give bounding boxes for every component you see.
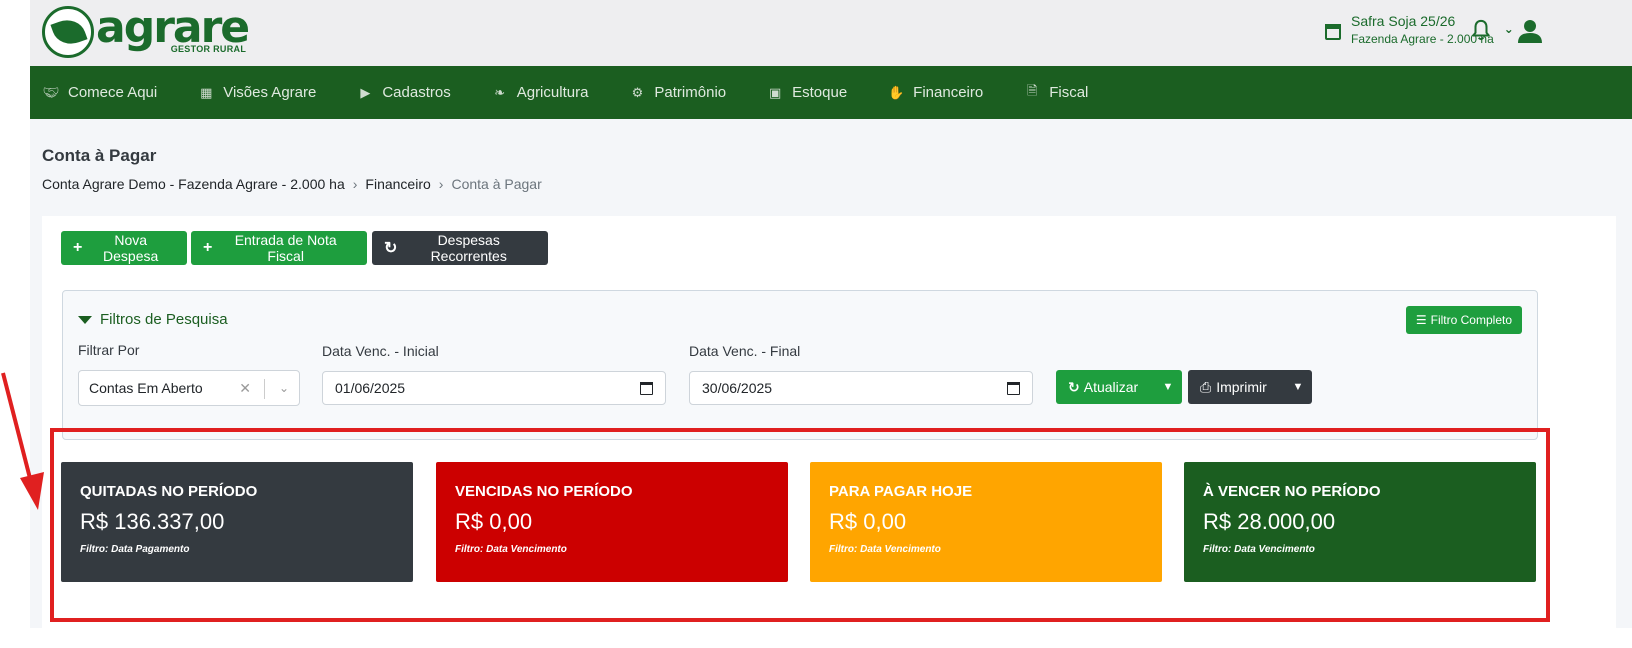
nav-item-estoque[interactable]: ▣ Estoque — [766, 84, 847, 101]
main-nav: 🤝︎ Comece Aqui ▦ Visões Agrare ▶ Cadastr… — [30, 66, 1632, 119]
filtrar-por-select[interactable]: Contas Em Aberto ✕ ⌄ — [78, 370, 300, 406]
breadcrumb-account[interactable]: Conta Agrare Demo - Fazenda Agrare - 2.0… — [42, 176, 345, 192]
button-label: Atualizar — [1083, 379, 1139, 395]
filters-title-text: Filtros de Pesquisa — [100, 311, 228, 328]
data-inicial-label: Data Venc. - Inicial — [322, 343, 439, 359]
page-title: Conta à Pagar — [42, 146, 157, 165]
atualizar-dropdown-toggle[interactable]: ▼ — [1154, 370, 1182, 404]
filtrar-por-label: Filtrar Por — [78, 342, 140, 358]
nav-item-patrimonio[interactable]: ⚙ Patrimônio — [628, 84, 727, 101]
sliders-icon: ☰ — [1415, 313, 1427, 327]
chevron-right-icon: › — [438, 176, 444, 192]
atualizar-button[interactable]: ↻ Atualizar — [1056, 370, 1154, 404]
grid-icon: ▦ — [200, 84, 213, 100]
breadcrumb-financeiro[interactable]: Financeiro — [365, 176, 430, 192]
nav-label: Financeiro — [913, 84, 984, 101]
date-value: 30/06/2025 — [702, 380, 773, 396]
leaf-logo-icon — [42, 6, 94, 58]
nav-label: Fiscal — [1049, 84, 1089, 101]
annotation-arrow-icon — [1, 372, 44, 510]
bell-icon[interactable] — [1470, 18, 1492, 42]
nav-item-financeiro[interactable]: ✋ Financeiro — [887, 84, 983, 101]
calendar-icon[interactable] — [1007, 382, 1020, 395]
nova-despesa-button[interactable]: + Nova Despesa — [61, 231, 187, 265]
user-avatar-icon[interactable] — [1517, 18, 1543, 44]
nav-label: Patrimônio — [654, 84, 727, 101]
calendar-check-icon — [1325, 24, 1341, 40]
top-header: agrare GESTOR RURAL Safra Soja 25/26 Faz… — [30, 0, 1632, 66]
select-value: Contas Em Aberto — [89, 380, 203, 396]
nav-label: Cadastros — [382, 84, 451, 101]
plus-icon: + — [203, 239, 213, 256]
tractor-icon: ⚙ — [631, 84, 644, 100]
imprimir-dropdown-toggle[interactable]: ▼ — [1284, 370, 1312, 404]
nav-item-fiscal[interactable]: 🗎︎ Fiscal — [1023, 82, 1088, 104]
filter-icon — [78, 315, 92, 324]
nav-item-agricultura[interactable]: ❧ Agricultura — [491, 84, 589, 101]
invoice-icon: 🗎︎ — [1026, 82, 1038, 98]
search-filters-panel: Filtros de Pesquisa ☰ Filtro Completo Fi… — [62, 290, 1538, 440]
atualizar-split-button: ↻ Atualizar ▼ — [1056, 370, 1182, 404]
data-final-input[interactable]: 30/06/2025 — [689, 371, 1033, 405]
button-label: Imprimir — [1216, 379, 1267, 395]
nav-item-cadastros[interactable]: ▶ Cadastros — [356, 84, 450, 101]
despesas-recorrentes-button[interactable]: ↻ Despesas Recorrentes — [372, 231, 548, 265]
print-icon: ⎙ — [1200, 378, 1212, 395]
handshake-icon: 🤝︎ — [42, 84, 60, 100]
data-final-label: Data Venc. - Final — [689, 343, 801, 359]
plus-icon: + — [73, 239, 83, 256]
button-label: Entrada de Nota Fiscal — [234, 232, 337, 264]
sync-icon: ↻ — [1068, 378, 1080, 395]
imprimir-split-button: ⎙ Imprimir ▼ — [1188, 370, 1312, 404]
nav-label: Visões Agrare — [223, 84, 317, 101]
leaf-icon: ❧ — [494, 84, 506, 100]
filtro-completo-button[interactable]: ☰ Filtro Completo — [1405, 306, 1522, 334]
breadcrumb: Conta Agrare Demo - Fazenda Agrare - 2.0… — [42, 176, 542, 192]
annotation-highlight-box — [50, 428, 1550, 622]
button-label: Filtro Completo — [1430, 313, 1512, 327]
button-label: Nova Despesa — [103, 232, 159, 264]
nav-label: Agricultura — [516, 84, 589, 101]
chevron-down-icon: ⌄ — [1503, 22, 1514, 36]
chevron-right-icon: › — [352, 176, 358, 192]
tags-icon: ▶ — [360, 84, 371, 100]
select-divider — [264, 379, 265, 399]
entrada-nota-fiscal-button[interactable]: + Entrada de Nota Fiscal — [191, 231, 367, 265]
nav-item-visoes-agrare[interactable]: ▦ Visões Agrare — [197, 84, 316, 101]
date-value: 01/06/2025 — [335, 380, 406, 396]
hand-money-icon: ✋ — [888, 84, 905, 100]
nav-label: Comece Aqui — [68, 84, 158, 101]
redo-icon: ↻ — [384, 240, 398, 257]
imprimir-button[interactable]: ⎙ Imprimir — [1188, 370, 1284, 404]
boxes-icon: ▣ — [768, 84, 782, 100]
breadcrumb-current: Conta à Pagar — [451, 176, 542, 192]
clear-icon[interactable]: ✕ — [239, 380, 251, 397]
calendar-icon[interactable] — [640, 382, 653, 395]
button-label: Despesas Recorrentes — [430, 232, 507, 264]
data-inicial-input[interactable]: 01/06/2025 — [322, 371, 666, 405]
nav-item-comece-aqui[interactable]: 🤝︎ Comece Aqui — [42, 84, 157, 101]
nav-label: Estoque — [792, 84, 848, 101]
agrare-logo[interactable]: agrare GESTOR RURAL — [42, 6, 250, 58]
chevron-down-icon[interactable]: ⌄ — [279, 381, 289, 395]
brand-tagline: GESTOR RURAL — [170, 44, 247, 54]
filters-title: Filtros de Pesquisa — [78, 311, 228, 328]
